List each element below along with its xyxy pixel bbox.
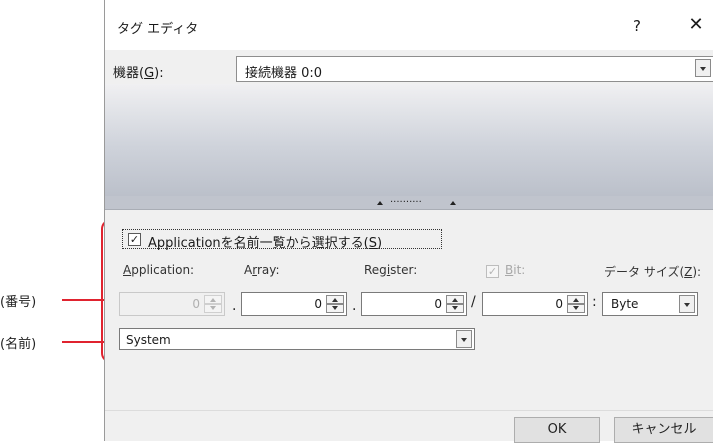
window-title: タグ エディタ	[117, 22, 199, 37]
spin-up-icon[interactable]	[326, 295, 344, 304]
device-dropdown-icon[interactable]	[695, 59, 711, 77]
select-from-list-checkbox[interactable]: ✓	[128, 233, 141, 246]
tag-list-area	[105, 84, 713, 196]
bit-spinner[interactable]	[567, 295, 585, 313]
spin-up-icon[interactable]	[567, 295, 585, 304]
callout-name: (名前)	[0, 337, 37, 352]
name-select[interactable]: System	[119, 328, 475, 350]
device-select[interactable]: 接続機器 0:0	[236, 56, 713, 82]
separator-slash: /	[471, 294, 476, 310]
array-number-field[interactable]: 0	[241, 292, 347, 316]
name-value: System	[126, 333, 171, 347]
splitter-grip[interactable]: ··········	[390, 197, 422, 208]
spin-down-icon[interactable]	[567, 304, 585, 313]
splitter-bar[interactable]: ··········	[105, 196, 713, 210]
array-number-value: 0	[314, 297, 322, 311]
array-spinner[interactable]	[326, 295, 344, 313]
bit-checkbox[interactable]: ✓	[486, 265, 499, 278]
title-bar: タグ エディタ ? ✕	[105, 0, 713, 50]
spin-up-icon[interactable]	[204, 295, 222, 304]
application-number-value: 0	[192, 297, 200, 311]
spin-down-icon[interactable]	[204, 304, 222, 313]
cancel-button[interactable]: キャンセル	[614, 417, 713, 443]
data-size-dropdown-icon[interactable]	[679, 295, 695, 313]
array-label: Array:	[244, 263, 280, 277]
collapse-up-icon[interactable]	[377, 201, 383, 205]
bit-number-field[interactable]: 0	[482, 292, 588, 316]
data-size-value: Byte	[611, 297, 639, 311]
register-number-field[interactable]: 0	[361, 292, 467, 316]
select-from-list-label[interactable]: Applicationを名前一覧から選択する(S)	[148, 232, 382, 251]
select-from-list-checkbox-row[interactable]: ✓ Applicationを名前一覧から選択する(S)	[122, 229, 442, 251]
data-size-label: データ サイズ(Z):	[604, 265, 702, 279]
tag-editor-dialog: タグ エディタ ? ✕ 機器(G): 接続機器 0:0 ·········· ✓…	[104, 0, 713, 443]
register-label: Register:	[364, 263, 418, 277]
separator-dot: .	[232, 298, 237, 314]
ok-button[interactable]: OK	[514, 417, 600, 443]
separator-dot: .	[352, 298, 357, 314]
spin-down-icon[interactable]	[446, 304, 464, 313]
register-number-value: 0	[434, 297, 442, 311]
close-button[interactable]: ✕	[683, 12, 709, 38]
register-spinner[interactable]	[446, 295, 464, 313]
spin-down-icon[interactable]	[326, 304, 344, 313]
device-label: 機器(G):	[113, 66, 164, 81]
name-dropdown-icon[interactable]	[456, 330, 472, 348]
bit-label: Bit:	[505, 263, 526, 277]
expand-up-icon[interactable]	[450, 201, 456, 205]
panel-spacer	[105, 390, 713, 410]
bit-number-value: 0	[555, 297, 563, 311]
tag-settings-panel: ✓ Applicationを名前一覧から選択する(S) Application:…	[105, 210, 713, 390]
separator-colon: :	[592, 294, 597, 310]
spin-up-icon[interactable]	[446, 295, 464, 304]
application-number-field[interactable]: 0	[119, 292, 225, 316]
help-button[interactable]: ?	[625, 14, 649, 38]
application-label: Application:	[123, 263, 195, 277]
data-size-select[interactable]: Byte	[602, 292, 698, 316]
application-spinner[interactable]	[204, 295, 222, 313]
dialog-footer: OK キャンセル	[105, 410, 713, 443]
device-value: 接続機器 0:0	[245, 66, 323, 81]
callout-number: (番号)	[0, 295, 37, 310]
